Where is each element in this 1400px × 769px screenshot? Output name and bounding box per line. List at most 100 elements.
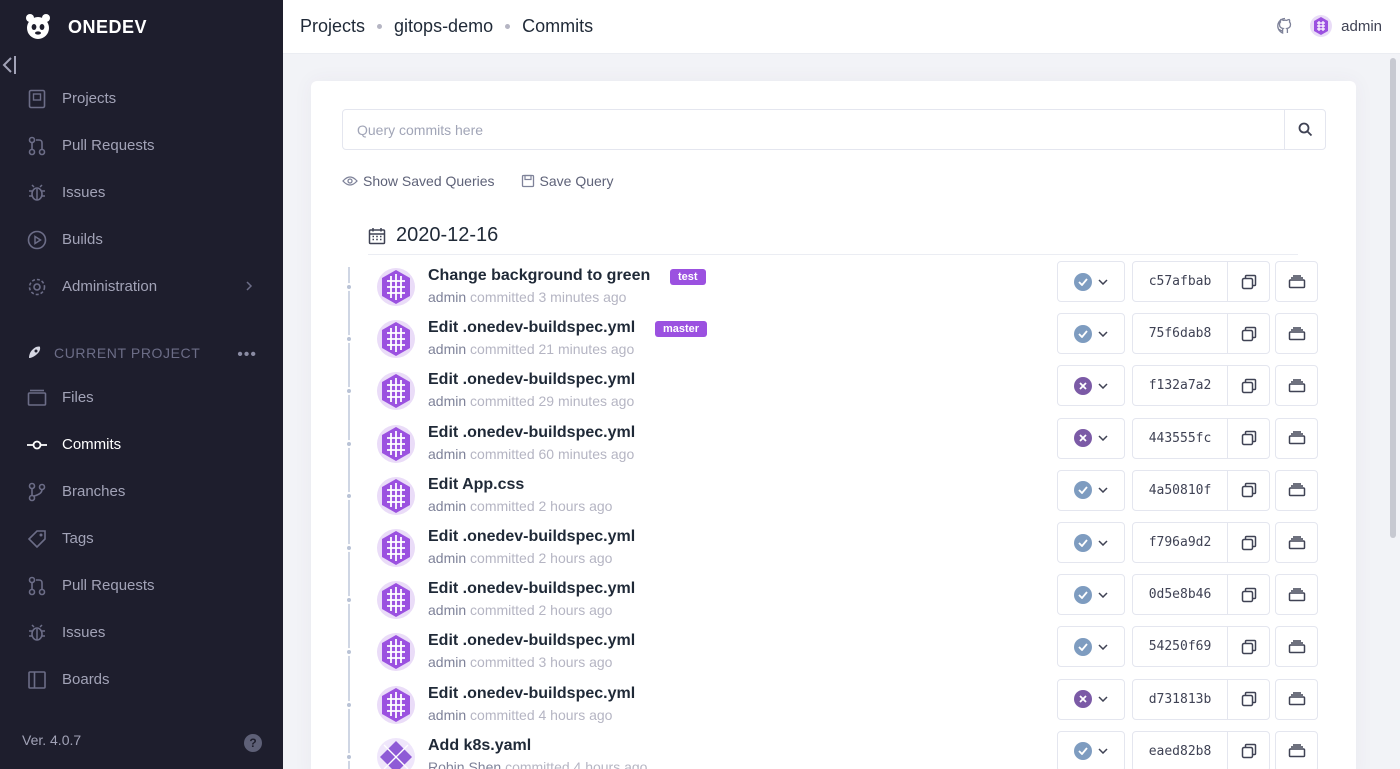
author-avatar[interactable]: [376, 580, 416, 620]
branch-badge[interactable]: master: [655, 321, 708, 338]
copy-hash-button[interactable]: [1227, 678, 1270, 720]
author-avatar[interactable]: [376, 319, 416, 359]
page-scrollbar[interactable]: [1388, 56, 1398, 769]
search-button[interactable]: [1284, 110, 1325, 149]
sidebar-item-branches[interactable]: Branches: [0, 468, 283, 515]
chevron-down-icon: [1098, 644, 1108, 650]
commit-title[interactable]: Edit .onedev-buildspec.yml: [428, 632, 635, 650]
commit-hash-link[interactable]: 54250f69: [1132, 626, 1228, 668]
author-avatar[interactable]: [376, 528, 416, 568]
commit-title[interactable]: Edit .onedev-buildspec.yml: [428, 424, 635, 442]
browse-code-button[interactable]: [1275, 365, 1318, 407]
author-avatar[interactable]: [376, 371, 416, 411]
browse-code-button[interactable]: [1275, 522, 1318, 563]
commit-hash-link[interactable]: 75f6dab8: [1132, 313, 1228, 355]
sidebar-item-issues[interactable]: Issues: [0, 169, 283, 216]
help-icon[interactable]: ?: [244, 734, 262, 752]
commit-hash-link[interactable]: f796a9d2: [1132, 522, 1228, 563]
copy-hash-button[interactable]: [1227, 574, 1270, 616]
copy-hash-button[interactable]: [1227, 417, 1270, 459]
browse-code-button[interactable]: [1275, 261, 1318, 302]
browse-code-button[interactable]: [1275, 574, 1318, 616]
scrollbar-thumb[interactable]: [1390, 58, 1396, 538]
commit-author[interactable]: admin: [428, 707, 466, 723]
browse-code-button[interactable]: [1275, 730, 1318, 769]
github-icon[interactable]: [1274, 15, 1296, 37]
commit-author[interactable]: admin: [428, 654, 466, 670]
more-options-icon[interactable]: •••: [237, 346, 257, 364]
commit-hash-link[interactable]: eaed82b8: [1132, 730, 1228, 769]
browse-code-button[interactable]: [1275, 313, 1318, 355]
commit-author[interactable]: admin: [428, 550, 466, 566]
commit-title[interactable]: Edit .onedev-buildspec.yml: [428, 580, 635, 598]
sidebar-item-commits[interactable]: Commits: [0, 421, 283, 468]
build-status-dropdown[interactable]: [1057, 626, 1125, 668]
commit-author[interactable]: Robin Shen: [428, 759, 501, 769]
browse-code-button[interactable]: [1275, 469, 1318, 511]
copy-hash-button[interactable]: [1227, 522, 1270, 563]
commit-title[interactable]: Change background to green: [428, 267, 650, 285]
sidebar-item-pull-requests[interactable]: Pull Requests: [0, 122, 283, 169]
commit-title[interactable]: Edit .onedev-buildspec.yml: [428, 371, 635, 389]
sidebar-item-boards[interactable]: Boards: [0, 656, 283, 703]
user-avatar[interactable]: [1310, 15, 1333, 37]
browse-code-button[interactable]: [1275, 678, 1318, 720]
build-status-dropdown[interactable]: [1057, 730, 1125, 769]
breadcrumb-projects[interactable]: Projects: [300, 16, 365, 37]
sidebar-item-projects[interactable]: Projects: [0, 75, 283, 122]
commit-hash-link[interactable]: 443555fc: [1132, 417, 1228, 459]
browse-code-button[interactable]: [1275, 626, 1318, 668]
save-query-link[interactable]: Save Query: [521, 173, 613, 189]
commit-hash-link[interactable]: c57afbab: [1132, 261, 1228, 302]
commit-author[interactable]: admin: [428, 393, 466, 409]
commit-title[interactable]: Add k8s.yaml: [428, 737, 531, 755]
commit-author[interactable]: admin: [428, 498, 466, 514]
sidebar-item-administration[interactable]: Administration: [0, 263, 283, 310]
sidebar-item-project-issues[interactable]: Issues: [0, 609, 283, 656]
build-status-dropdown[interactable]: [1057, 522, 1125, 563]
author-avatar[interactable]: [376, 737, 416, 769]
build-status-dropdown[interactable]: [1057, 365, 1125, 407]
user-name[interactable]: admin: [1341, 18, 1382, 35]
branch-badge[interactable]: test: [670, 269, 706, 285]
commit-hash-link[interactable]: f132a7a2: [1132, 365, 1228, 407]
query-input[interactable]: [343, 110, 1284, 149]
sidebar-item-project-pull-requests[interactable]: Pull Requests: [0, 562, 283, 609]
breadcrumb-project[interactable]: gitops-demo: [394, 16, 493, 37]
brand[interactable]: ONEDEV: [0, 0, 283, 54]
commit-author[interactable]: admin: [428, 341, 466, 357]
copy-hash-button[interactable]: [1227, 626, 1270, 668]
commit-hash-link[interactable]: 4a50810f: [1132, 469, 1228, 511]
commit-author[interactable]: admin: [428, 289, 466, 305]
commit-title[interactable]: Edit .onedev-buildspec.yml: [428, 319, 635, 337]
copy-hash-button[interactable]: [1227, 313, 1270, 355]
commit-title[interactable]: Edit .onedev-buildspec.yml: [428, 685, 635, 703]
browse-code-button[interactable]: [1275, 417, 1318, 459]
build-status-dropdown[interactable]: [1057, 469, 1125, 511]
commit-author[interactable]: admin: [428, 446, 466, 462]
build-status-dropdown[interactable]: [1057, 417, 1125, 459]
show-saved-queries-link[interactable]: Show Saved Queries: [342, 173, 495, 189]
copy-hash-button[interactable]: [1227, 469, 1270, 511]
commit-author[interactable]: admin: [428, 602, 466, 618]
commit-title[interactable]: Edit App.css: [428, 476, 524, 494]
sidebar-item-builds[interactable]: Builds: [0, 216, 283, 263]
author-avatar[interactable]: [376, 267, 416, 307]
sidebar-item-tags[interactable]: Tags: [0, 515, 283, 562]
build-status-dropdown[interactable]: [1057, 313, 1125, 355]
build-status-dropdown[interactable]: [1057, 261, 1125, 302]
build-status-dropdown[interactable]: [1057, 574, 1125, 616]
author-avatar[interactable]: [376, 685, 416, 725]
copy-hash-button[interactable]: [1227, 730, 1270, 769]
commit-hash-link[interactable]: d731813b: [1132, 678, 1228, 720]
chevron-right-icon: [245, 279, 253, 296]
copy-hash-button[interactable]: [1227, 261, 1270, 302]
build-status-dropdown[interactable]: [1057, 678, 1125, 720]
author-avatar[interactable]: [376, 632, 416, 672]
commit-title[interactable]: Edit .onedev-buildspec.yml: [428, 528, 635, 546]
commit-hash-link[interactable]: 0d5e8b46: [1132, 574, 1228, 616]
sidebar-item-files[interactable]: Files: [0, 374, 283, 421]
copy-hash-button[interactable]: [1227, 365, 1270, 407]
author-avatar[interactable]: [376, 476, 416, 516]
author-avatar[interactable]: [376, 424, 416, 464]
